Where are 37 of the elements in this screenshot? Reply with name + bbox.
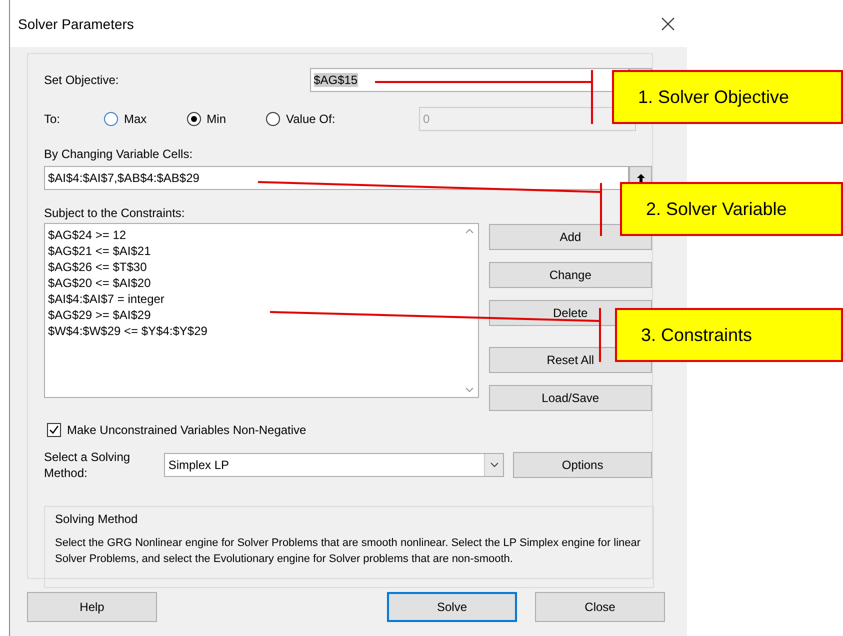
annotation-tooltip: 3. Constraints: [615, 308, 843, 362]
radio-option[interactable]: Max: [104, 112, 147, 126]
constraint-item[interactable]: $AG$29 >= $AI$29: [48, 307, 458, 323]
annotation-tooltip: 2. Solver Variable: [620, 182, 843, 236]
action-button[interactable]: Change: [488, 262, 652, 288]
window-title: Solver Parameters: [18, 16, 134, 32]
field-label: By Changing Variable Cells:: [44, 147, 193, 161]
constraint-item[interactable]: $AG$20 <= $AI$20: [48, 275, 458, 291]
constraint-item[interactable]: $AI$4:$AI$7 = integer: [48, 291, 458, 307]
chevron-down-icon: [490, 462, 499, 468]
group-title: Solving Method: [55, 512, 139, 526]
action-button[interactable]: Load/Save: [488, 385, 652, 411]
scroll-up-icon[interactable]: [464, 228, 474, 234]
constraint-item[interactable]: $W$4:$W$29 <= $Y$4:$Y$29: [48, 323, 458, 339]
radio-option[interactable]: Value Of:: [266, 112, 336, 126]
dialog-button[interactable]: Solve: [387, 592, 517, 622]
dialog-button[interactable]: Close: [535, 592, 665, 622]
field-label: To:: [44, 112, 62, 126]
checkbox[interactable]: [47, 423, 61, 437]
radio-option[interactable]: Min: [186, 112, 226, 126]
method-description: Select the GRG Nonlinear engine for Solver Problems that are smooth nonlinear. Select the LP Simplex engine for linear Solver Problems, and select the Evolutionary engine for Solver problems that are non-smooth.: [55, 536, 642, 567]
constraint-item[interactable]: $AG$26 <= $T$30: [48, 259, 458, 275]
field-label: Subject to the Constraints:: [44, 206, 185, 220]
dialog-button[interactable]: Help: [27, 592, 157, 622]
field-label: Set Objective:: [44, 73, 120, 87]
variable-cells-field[interactable]: $AI$4:$AI$7,$AB$4:$AB$29: [44, 166, 630, 190]
options-button[interactable]: Options: [513, 452, 652, 478]
constraints-list[interactable]: $AG$24 >= 12 $AG$21 <= $AI$21 $AG$26 <= $T$30 $AG$20 <= $AI$20 $AI$4:$AI$7 = integer $AG$29 >= $AI$29 $W$4:$W$29 <= $Y$4:$Y$29: [44, 223, 479, 398]
annotation-tooltip: 1. Solver Objective: [612, 70, 843, 124]
field-label: Select a Solving Method:: [44, 449, 132, 481]
scroll-down-icon[interactable]: [464, 387, 474, 393]
checkbox-label: Make Unconstrained Variables Non-Negative: [67, 423, 306, 437]
method-dropdown[interactable]: Simplex LP: [164, 453, 504, 477]
constraint-item[interactable]: $AG$21 <= $AI$21: [48, 243, 458, 259]
arrow-up-icon: [636, 173, 646, 183]
constraint-item[interactable]: $AG$24 >= 12: [48, 227, 458, 243]
action-button[interactable]: Add: [488, 224, 652, 250]
